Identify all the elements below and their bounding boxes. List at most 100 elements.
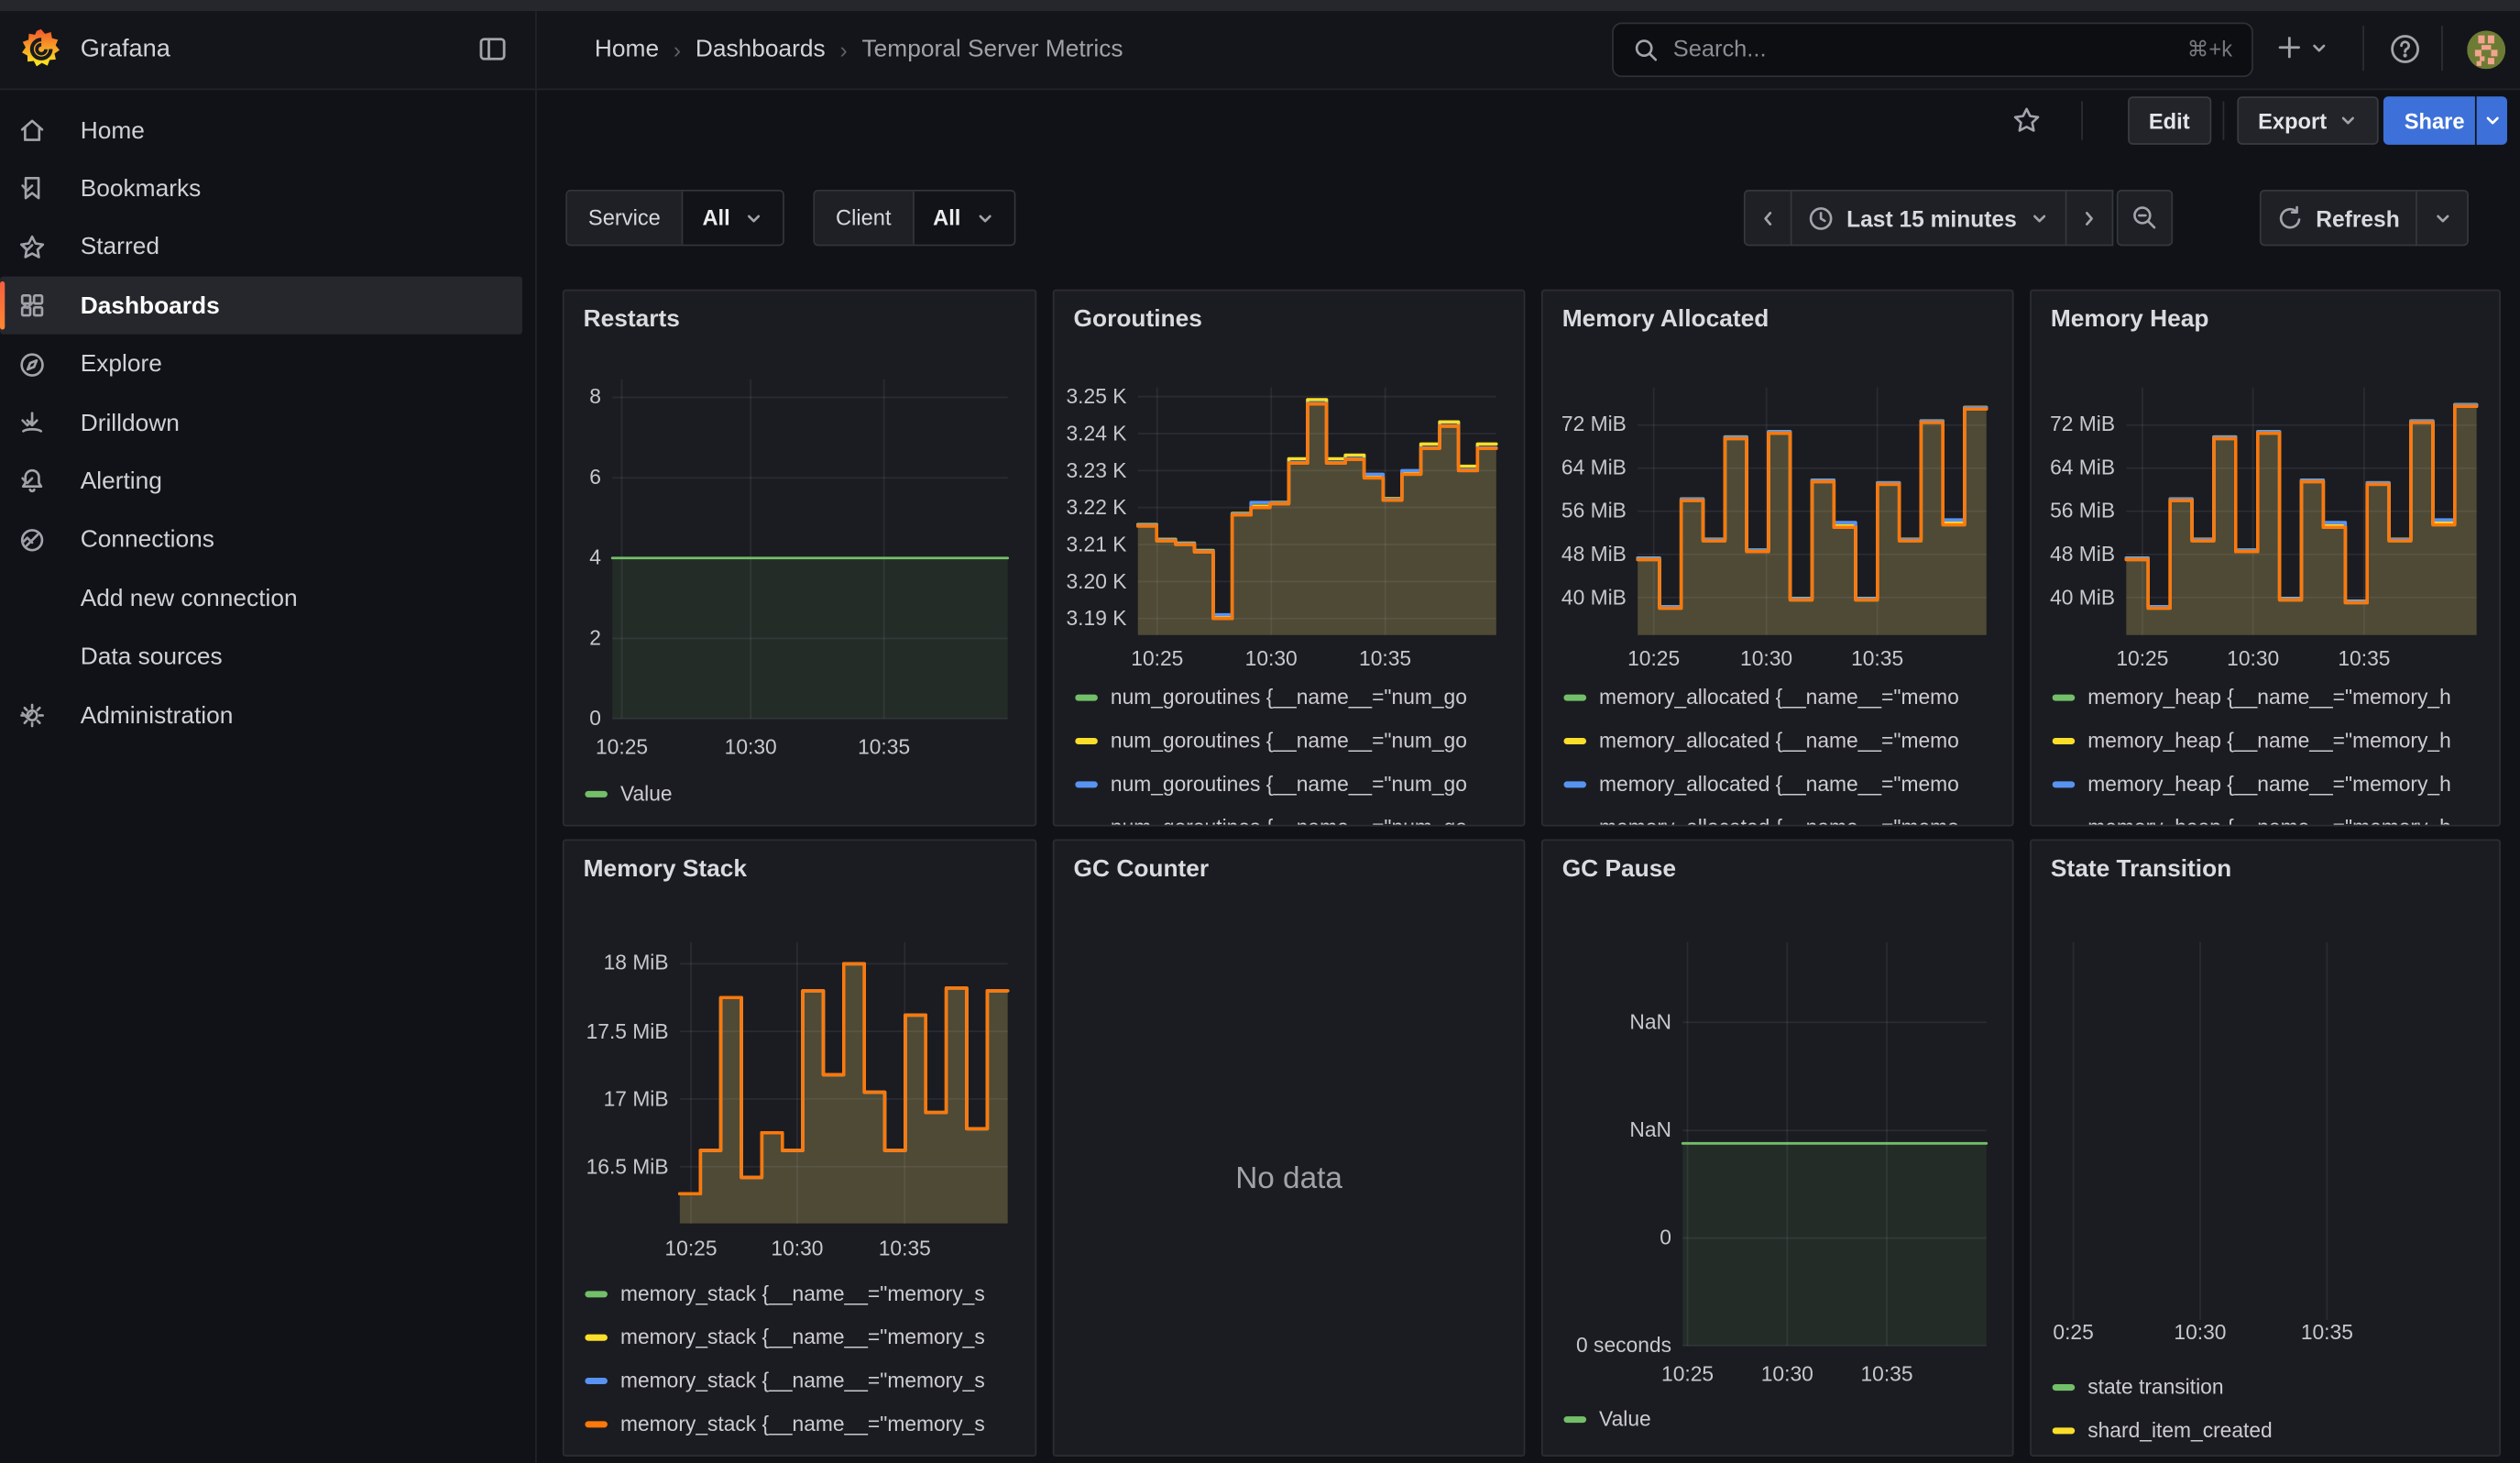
legend-label: memory_stack {__name__="memory_s <box>620 1325 985 1348</box>
panel-goroutines: Goroutines 3.25 K3.24 K3.23 K3.22 K3.21 … <box>1053 290 1526 827</box>
x-axis-label: 10:30 <box>2227 646 2279 670</box>
sidebar-item-drilldown[interactable]: Drilldown <box>0 394 522 452</box>
legend-label: num_goroutines {__name__="num_go <box>1111 685 1467 709</box>
panel-title[interactable]: Memory Stack <box>584 855 747 883</box>
export-button[interactable]: Export <box>2237 96 2378 145</box>
legend-item[interactable]: memory_heap {__name__="memory_h <box>2053 762 2493 805</box>
y-axis-label: 56 MiB <box>1543 499 1627 522</box>
panel-title[interactable]: State Transition <box>2051 855 2231 883</box>
panel-title[interactable]: Restarts <box>584 305 680 333</box>
sidebar-item-label: Bookmarks <box>81 175 202 203</box>
legend-label: memory_allocated {__name__="memo <box>1599 728 1959 752</box>
help-icon[interactable] <box>2388 32 2422 66</box>
sidebar-item-label: Dashboards <box>81 292 220 320</box>
sidebar-item-dashboards[interactable]: Dashboards <box>0 277 522 335</box>
legend-item[interactable]: Value <box>585 772 1028 815</box>
client-filter-value[interactable]: All <box>914 192 1013 245</box>
legend-label: memory_heap {__name__="memory_h <box>2087 815 2451 825</box>
y-axis-label: 40 MiB <box>1543 585 1627 609</box>
legend-item[interactable]: memory_allocated {__name__="memo <box>1563 719 2005 762</box>
avatar[interactable] <box>2467 30 2505 69</box>
legend-swatch <box>585 1334 608 1340</box>
sidebar-item-connections[interactable]: Connections <box>0 511 522 568</box>
goroutines-chart: 3.25 K3.24 K3.23 K3.22 K3.21 K3.20 K3.19… <box>1055 291 1524 824</box>
panel-title[interactable]: GC Counter <box>1074 855 1210 883</box>
legend-item[interactable]: memory_stack {__name__="memory_s <box>585 1402 1028 1445</box>
x-axis-label: 10:35 <box>1359 646 1411 670</box>
y-axis-label: 0 <box>1543 1226 1671 1249</box>
panel-title[interactable]: Memory Allocated <box>1562 305 1769 333</box>
sidebar-item-home[interactable]: Home <box>0 101 522 159</box>
legend-item[interactable]: num_goroutines {__name__="num_go <box>1075 676 1517 719</box>
compass-icon <box>17 350 47 380</box>
time-range-picker[interactable]: Last 15 minutes <box>1791 190 2066 246</box>
time-shift-forward-button[interactable] <box>2065 190 2113 246</box>
no-data-message: No data <box>1055 1162 1524 1198</box>
legend-item[interactable]: num_goroutines {__name__="num_go <box>1075 806 1517 825</box>
y-axis-label: 8 <box>564 385 601 409</box>
state-transition-chart: 0:2510:3010:35state transitionshard_item… <box>2032 841 2499 1455</box>
sidebar-toggle-icon[interactable] <box>477 34 508 64</box>
panel-title[interactable]: Goroutines <box>1074 305 1202 333</box>
share-menu-button[interactable] <box>2477 96 2507 145</box>
legend-item[interactable]: shard_item_created <box>2053 1408 2493 1451</box>
legend-item[interactable]: num_goroutines {__name__="num_go <box>1075 719 1517 762</box>
sidebar-item-starred[interactable]: Starred <box>0 218 522 276</box>
legend-swatch <box>1563 737 1586 743</box>
x-axis-label: 10:35 <box>1851 646 1903 670</box>
x-axis-label: 10:25 <box>1661 1361 1714 1385</box>
sidebar-item-explore[interactable]: Explore <box>0 336 522 393</box>
panel-title[interactable]: GC Pause <box>1562 855 1676 883</box>
chevron-down-icon <box>2338 111 2357 130</box>
legend-item[interactable]: memory_heap {__name__="memory_h <box>2053 719 2493 762</box>
memory-stack-chart: 18 MiB17.5 MiB17 MiB16.5 MiB10:2510:3010… <box>564 841 1035 1455</box>
panel-memory-allocated: Memory Allocated 72 MiB64 MiB56 MiB48 Mi… <box>1541 290 2014 827</box>
sidebar-item-alerting[interactable]: Alerting <box>0 453 522 511</box>
panel-legend: memory_heap {__name__="memory_hmemory_he… <box>2053 676 2493 825</box>
chevron-down-icon <box>2309 38 2328 57</box>
y-axis-label: 6 <box>564 465 601 489</box>
clock-icon <box>1808 205 1834 231</box>
legend-item[interactable]: memory_stack {__name__="memory_s <box>585 1315 1028 1358</box>
legend-item[interactable]: memory_allocated {__name__="memo <box>1563 762 2005 805</box>
favorite-star-icon[interactable] <box>2012 106 2042 136</box>
legend-item[interactable]: state transition <box>2053 1365 2493 1408</box>
sidebar-item-administration[interactable]: Administration <box>0 687 522 744</box>
legend-item[interactable]: num_goroutines {__name__="num_go <box>1075 762 1517 805</box>
panel-legend: state transition shard_item_created <box>2053 1365 2493 1455</box>
y-axis-label: 16.5 MiB <box>564 1154 669 1178</box>
breadcrumb-home[interactable]: Home <box>595 36 659 63</box>
legend-item[interactable]: memory_heap {__name__="memory_h <box>2053 806 2493 825</box>
x-axis-label: 10:30 <box>1245 646 1298 670</box>
brand-name: Grafana <box>81 36 170 65</box>
refresh-button[interactable]: Refresh <box>2260 190 2417 246</box>
legend-item[interactable]: memory_heap {__name__="memory_h <box>2053 676 2493 719</box>
panel-title[interactable]: Memory Heap <box>2051 305 2209 333</box>
legend-label: state transition <box>2087 1375 2223 1399</box>
sidebar-item-data-sources[interactable]: Data sources <box>0 628 522 686</box>
time-shift-back-button[interactable] <box>1744 190 1792 246</box>
time-controls: Last 15 minutes <box>1744 190 2173 246</box>
breadcrumb-dashboards[interactable]: Dashboards <box>696 36 826 63</box>
search-input[interactable]: Search... ⌘+k <box>1612 23 2253 78</box>
chevron-right-icon <box>2079 208 2098 227</box>
legend-label: num_goroutines {__name__="num_go <box>1111 815 1467 825</box>
legend-item[interactable]: memory_stack {__name__="memory_s <box>585 1271 1028 1314</box>
zoom-out-button[interactable] <box>2116 190 2172 246</box>
legend-item[interactable]: memory_stack {__name__="memory_s <box>585 1358 1028 1402</box>
sidebar-item-add-new-connection[interactable]: Add new connection <box>0 569 522 627</box>
panel-state-transition: State Transition 0:2510:3010:35state tra… <box>2030 839 2501 1456</box>
share-button[interactable]: Share <box>2383 96 2475 145</box>
legend-label: memory_allocated {__name__="memo <box>1599 685 1959 709</box>
legend-item[interactable]: Value <box>1563 1397 2005 1440</box>
legend-label: memory_heap {__name__="memory_h <box>2087 772 2451 796</box>
legend-item[interactable]: memory_allocated {__name__="memo <box>1563 806 2005 825</box>
add-menu-button[interactable] <box>2275 34 2328 61</box>
legend-item[interactable]: memory_allocated {__name__="memo <box>1563 676 2005 719</box>
sidebar-item-bookmarks[interactable]: Bookmarks <box>0 160 522 217</box>
edit-button[interactable]: Edit <box>2128 96 2210 145</box>
sidebar-item-label: Administration <box>81 702 234 730</box>
service-filter-value[interactable]: All <box>683 192 783 245</box>
refresh-interval-button[interactable] <box>2416 190 2469 246</box>
y-axis-label: 64 MiB <box>2032 456 2115 479</box>
